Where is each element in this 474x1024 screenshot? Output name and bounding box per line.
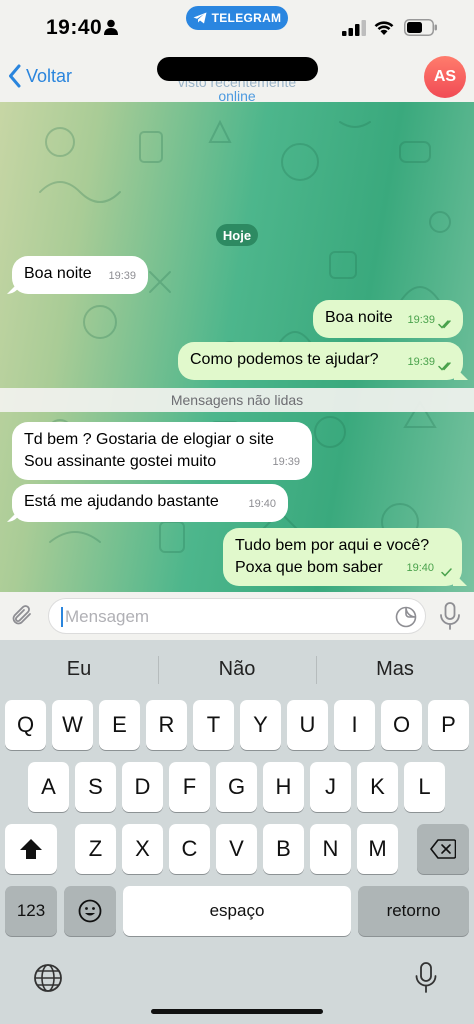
date-chip: Hoje: [216, 224, 258, 246]
keyboard: Eu Não Mas Q W E R T Y U I O P A S D F G…: [0, 640, 474, 1024]
message-bubble-incoming[interactable]: Está me ajudando bastante 19:40: [12, 484, 288, 522]
key-x[interactable]: X: [122, 824, 163, 874]
return-key[interactable]: retorno: [358, 886, 469, 936]
message-time: 19:40: [248, 498, 276, 510]
message-time: 19:39: [407, 314, 435, 326]
text-caret: [61, 607, 63, 627]
message-bubble-incoming[interactable]: Boa noite 19:39: [12, 256, 148, 294]
key-z[interactable]: Z: [75, 824, 116, 874]
key-b[interactable]: B: [263, 824, 304, 874]
key-n[interactable]: N: [310, 824, 351, 874]
shift-arrow-icon: [20, 839, 42, 859]
battery-icon: [404, 19, 437, 36]
key-q[interactable]: Q: [5, 700, 46, 750]
key-p[interactable]: P: [428, 700, 469, 750]
key-a[interactable]: A: [28, 762, 69, 812]
key-l[interactable]: L: [404, 762, 445, 812]
backspace-icon: [430, 839, 456, 859]
chat-header: Voltar visto recentemente online AS: [0, 52, 474, 104]
globe-icon[interactable]: [33, 963, 63, 993]
message-input-placeholder: Mensagem: [65, 607, 150, 626]
message-text: Está me ajudando bastante: [24, 493, 219, 510]
sticker-icon[interactable]: [395, 606, 417, 628]
single-check-icon: [441, 568, 452, 577]
emoji-key[interactable]: [64, 886, 116, 936]
key-o[interactable]: O: [381, 700, 422, 750]
status-time: 19:40: [46, 16, 103, 39]
key-f[interactable]: F: [169, 762, 210, 812]
telegram-pill[interactable]: TELEGRAM: [186, 6, 288, 30]
message-text-line: Sou assinante gostei muito: [24, 453, 217, 470]
unread-messages-divider: Mensagens não lidas: [0, 388, 474, 412]
key-j[interactable]: J: [310, 762, 351, 812]
numbers-key[interactable]: 123: [5, 886, 57, 936]
message-time: 19:39: [407, 356, 435, 368]
message-input[interactable]: Mensagem: [48, 598, 426, 634]
message-text: Boa noite: [325, 309, 393, 326]
message-text: Como podemos te ajudar?: [190, 351, 379, 368]
message-text-line: Tudo bem por aqui e você?: [235, 537, 430, 554]
home-indicator[interactable]: [151, 1009, 323, 1014]
person-icon: [104, 19, 118, 35]
key-d[interactable]: D: [122, 762, 163, 812]
message-bubble-outgoing[interactable]: Boa noite 19:39: [313, 300, 463, 338]
status-bar: 19:40 TELEGRAM: [0, 0, 474, 52]
shift-key[interactable]: [5, 824, 57, 874]
message-time: 19:40: [406, 562, 434, 574]
key-w[interactable]: W: [52, 700, 93, 750]
key-k[interactable]: K: [357, 762, 398, 812]
key-v[interactable]: V: [216, 824, 257, 874]
telegram-plane-icon: [193, 12, 207, 24]
wifi-icon: [374, 21, 394, 35]
message-time: 19:39: [272, 456, 300, 468]
key-e[interactable]: E: [99, 700, 140, 750]
cellular-signal-icon: [342, 20, 366, 36]
suggestion-bar: Eu Não Mas: [0, 640, 474, 698]
key-h[interactable]: H: [263, 762, 304, 812]
double-check-icon: [438, 320, 451, 329]
paperclip-icon[interactable]: [10, 603, 36, 629]
message-bubble-incoming[interactable]: Td bem ? Gostaria de elogiar o site Sou …: [12, 422, 312, 480]
telegram-pill-label: TELEGRAM: [211, 11, 282, 25]
suggestion-1[interactable]: Eu: [0, 658, 158, 681]
key-m[interactable]: M: [357, 824, 398, 874]
key-t[interactable]: T: [193, 700, 234, 750]
dictation-microphone-icon[interactable]: [414, 962, 438, 994]
message-bubble-outgoing[interactable]: Como podemos te ajudar? 19:39: [178, 342, 463, 380]
message-text: Boa noite: [24, 265, 92, 282]
backspace-key[interactable]: [417, 824, 469, 874]
redacted-name-bar: [157, 57, 318, 81]
key-y[interactable]: Y: [240, 700, 281, 750]
message-time: 19:39: [108, 270, 136, 282]
double-check-icon: [438, 362, 451, 371]
key-u[interactable]: U: [287, 700, 328, 750]
message-text-line: Td bem ? Gostaria de elogiar o site: [24, 431, 274, 448]
microphone-icon[interactable]: [438, 602, 462, 630]
suggestion-2[interactable]: Não: [158, 658, 316, 681]
suggestion-3[interactable]: Mas: [316, 658, 474, 681]
key-r[interactable]: R: [146, 700, 187, 750]
key-s[interactable]: S: [75, 762, 116, 812]
key-g[interactable]: G: [216, 762, 257, 812]
message-bubble-outgoing[interactable]: Tudo bem por aqui e você? Poxa que bom s…: [223, 528, 462, 586]
avatar[interactable]: AS: [424, 56, 466, 98]
chat-area[interactable]: Hoje Boa noite 19:39 Boa noite 19:39 Com…: [0, 102, 474, 592]
key-i[interactable]: I: [334, 700, 375, 750]
space-key[interactable]: espaço: [123, 886, 351, 936]
message-input-bar: Mensagem: [0, 592, 474, 640]
key-c[interactable]: C: [169, 824, 210, 874]
emoji-icon: [78, 899, 102, 923]
